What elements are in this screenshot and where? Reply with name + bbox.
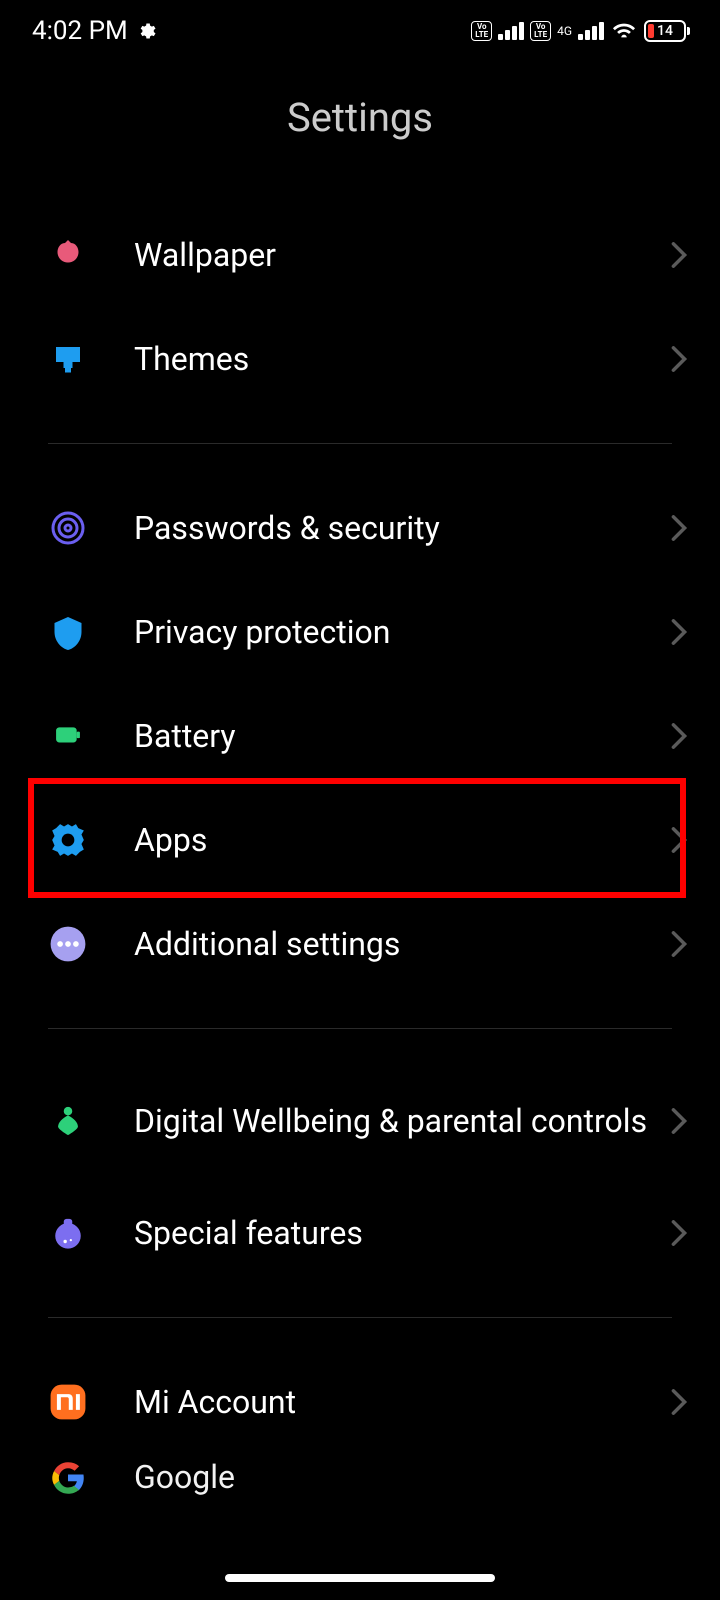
battery-icon [48, 716, 88, 756]
status-left: 4:02 PM [32, 16, 156, 46]
home-indicator[interactable] [225, 1574, 495, 1582]
more-icon [48, 924, 88, 964]
settings-item-label: Privacy protection [134, 613, 670, 651]
settings-item-special-features[interactable]: Special features [0, 1181, 720, 1285]
chevron-right-icon [670, 514, 688, 542]
clock-text: 4:02 PM [32, 16, 128, 46]
chevron-right-icon [670, 930, 688, 958]
volte-icon-1: VoLTE [471, 21, 492, 41]
chevron-right-icon [670, 345, 688, 373]
settings-item-mi-account[interactable]: Mi Account [0, 1350, 720, 1454]
settings-item-label: Mi Account [134, 1383, 670, 1421]
google-logo-icon [48, 1458, 88, 1498]
settings-item-passwords-security[interactable]: Passwords & security [0, 476, 720, 580]
wellbeing-icon [48, 1101, 88, 1141]
signal-bars-2 [578, 22, 604, 40]
wallpaper-icon [48, 235, 88, 275]
network-type-label: 4G [557, 26, 572, 36]
battery-indicator: 14 [644, 20, 690, 42]
status-right: VoLTE VoLTE 4G 14 [471, 20, 690, 42]
settings-item-privacy[interactable]: Privacy protection [0, 580, 720, 684]
section-divider [48, 1317, 672, 1318]
flask-icon [48, 1213, 88, 1253]
settings-item-wallpaper[interactable]: Wallpaper [0, 203, 720, 307]
mi-logo-icon [48, 1382, 88, 1422]
apps-gear-icon [48, 820, 88, 860]
section-divider [48, 443, 672, 444]
chevron-right-icon [670, 722, 688, 750]
settings-item-label: Battery [134, 717, 670, 755]
status-bar: 4:02 PM VoLTE VoLTE 4G 14 [0, 0, 720, 62]
settings-item-additional[interactable]: Additional settings [0, 892, 720, 996]
chevron-right-icon [670, 826, 688, 854]
settings-item-label: Apps [134, 821, 670, 859]
settings-item-google[interactable]: Google [0, 1454, 720, 1514]
fingerprint-icon [48, 508, 88, 548]
shield-icon [48, 612, 88, 652]
themes-icon [48, 339, 88, 379]
chevron-right-icon [670, 1107, 688, 1135]
volte-icon-2: VoLTE [530, 21, 551, 41]
signal-bars-1 [498, 22, 524, 40]
section-divider [48, 1028, 672, 1029]
settings-item-label: Additional settings [134, 925, 670, 963]
chevron-right-icon [670, 618, 688, 646]
page-title: Settings [0, 94, 720, 141]
settings-item-label: Themes [134, 340, 670, 378]
chevron-right-icon [670, 241, 688, 269]
wifi-icon [610, 20, 638, 42]
settings-status-icon [136, 21, 156, 41]
settings-item-battery[interactable]: Battery [0, 684, 720, 788]
settings-item-themes[interactable]: Themes [0, 307, 720, 411]
settings-item-label: Wallpaper [134, 236, 670, 274]
battery-pct: 14 [657, 23, 673, 39]
settings-item-wellbeing[interactable]: Digital Wellbeing & parental controls [0, 1061, 720, 1181]
settings-item-apps[interactable]: Apps [0, 788, 720, 892]
settings-item-label: Google [134, 1458, 688, 1496]
settings-item-label: Special features [134, 1214, 670, 1252]
settings-item-label: Digital Wellbeing & parental controls [134, 1101, 670, 1141]
chevron-right-icon [670, 1219, 688, 1247]
chevron-right-icon [670, 1388, 688, 1416]
settings-item-label: Passwords & security [134, 509, 670, 547]
